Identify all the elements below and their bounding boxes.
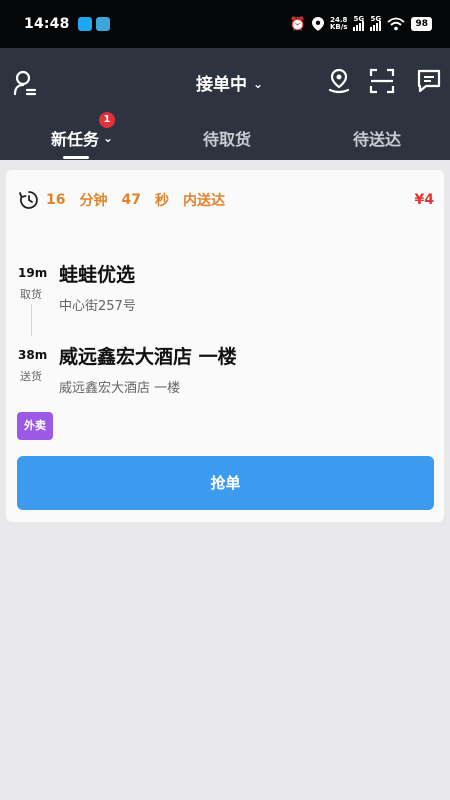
order-card[interactable]: 16 分钟 47 秒 内送达 ¥4 19m 取货 蛙蛙优选 中心街257号 38… [6, 170, 444, 522]
app-header: 接单中 ⌄ 新任务 ⌄ 1 待取货 待送达 [0, 48, 450, 160]
signal-icon: 5G [353, 15, 365, 31]
order-price: ¥4 [414, 192, 434, 208]
chevron-down-icon: ⌄ [103, 131, 114, 145]
active-tab-indicator [63, 156, 89, 159]
pickup-distance: 19m [18, 266, 48, 280]
order-type-tag: 外卖 [17, 412, 53, 440]
new-task-badge: 1 [99, 112, 115, 128]
net-speed-unit: KB/s [329, 23, 348, 31]
timer-seconds: 47 [121, 192, 141, 208]
tab-new-tasks-label: 新任务 [51, 130, 100, 149]
signal-label-2: 5G [370, 15, 382, 23]
dropoff-address: 威远鑫宏大酒店 一楼 [59, 381, 181, 396]
work-status-label: 接单中 [196, 75, 247, 95]
tab-new-tasks[interactable]: 新任务 ⌄ [51, 126, 113, 150]
pickup-store-name: 蛙蛙优选 [59, 264, 136, 286]
chevron-down-icon: ⌄ [253, 76, 264, 91]
alarm-icon: ⏰ [289, 16, 306, 32]
pickup-address: 中心街257号 [59, 299, 136, 314]
message-icon[interactable] [416, 68, 442, 94]
timer-minute-unit: 分钟 [79, 193, 108, 209]
pickup-kind-label: 取货 [20, 288, 42, 301]
grab-order-button[interactable]: 抢单 [17, 456, 434, 510]
battery-indicator: 98 [411, 17, 432, 31]
signal-icon-2: 5G [370, 15, 382, 31]
profile-icon[interactable] [13, 70, 37, 96]
location-status-icon [311, 17, 324, 31]
tab-awaiting-pickup[interactable]: 待取货 [203, 126, 251, 150]
net-speed: 24.8 KB/s [330, 17, 347, 31]
wifi-icon [387, 17, 406, 31]
timer-suffix: 内送达 [182, 193, 225, 209]
location-pin-icon[interactable] [326, 68, 352, 94]
dropoff-kind-label: 送货 [20, 370, 42, 383]
notification-app-icon-2 [95, 17, 110, 31]
dropoff-name: 威远鑫宏大酒店 一楼 [59, 346, 237, 368]
work-status-dropdown[interactable]: 接单中 ⌄ [196, 70, 263, 95]
timer-second-unit: 秒 [154, 193, 169, 209]
timer-icon [19, 191, 38, 209]
timer-minutes: 16 [46, 192, 66, 208]
notification-app-icon [77, 17, 92, 31]
scan-icon[interactable] [369, 68, 395, 94]
task-tabs: 新任务 ⌄ 1 待取货 待送达 [0, 112, 450, 160]
signal-label: 5G [353, 15, 365, 23]
status-time: 14:48 [24, 16, 70, 32]
dropoff-distance: 38m [18, 348, 48, 362]
status-bar: 14:48 ⏰ 24.8 KB/s 5G 5G 98 [0, 0, 450, 48]
tab-awaiting-delivery[interactable]: 待送达 [353, 126, 401, 150]
route-connector [31, 304, 32, 336]
delivery-timer-row: 16 分钟 47 秒 内送达 ¥4 [18, 189, 434, 211]
